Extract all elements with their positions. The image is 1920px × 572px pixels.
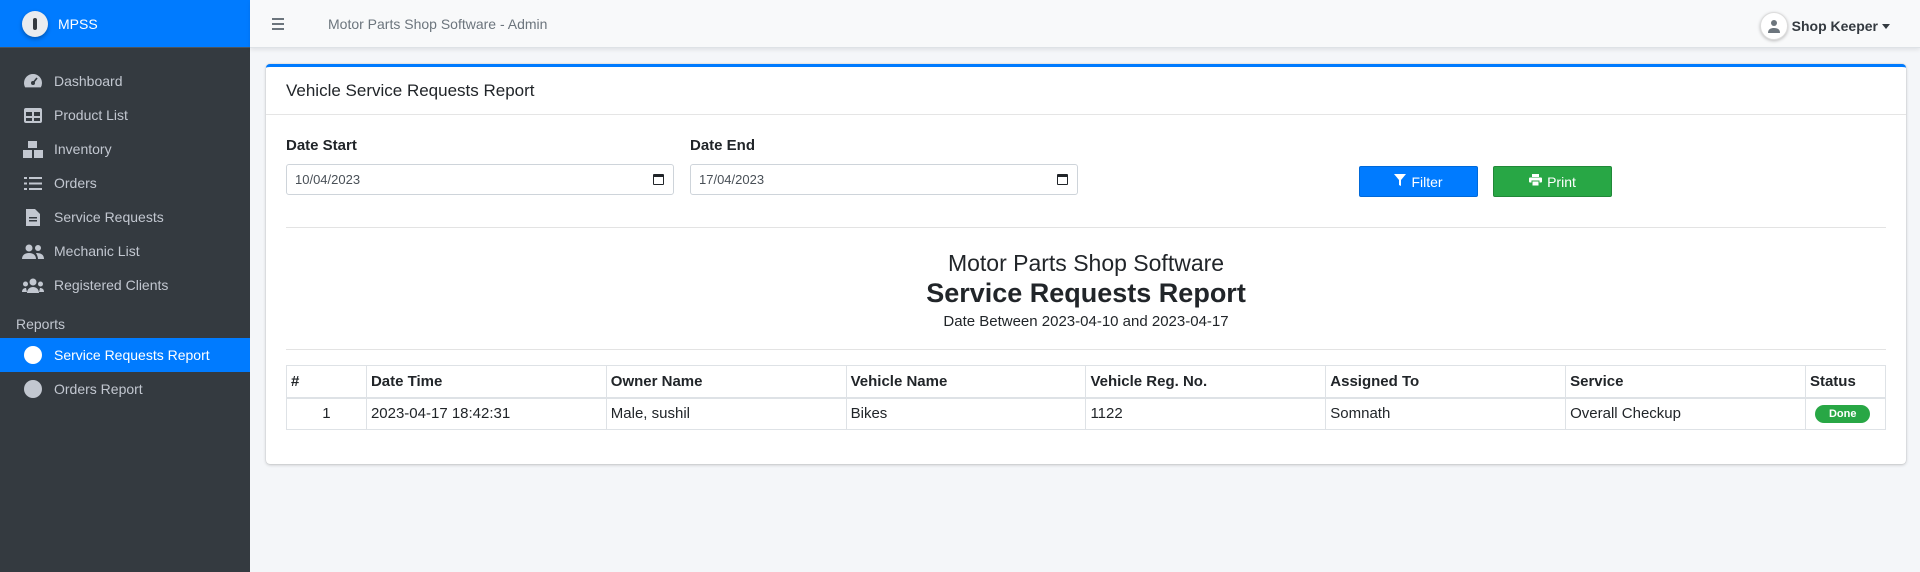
top-navbar: Motor Parts Shop Software - Admin Shop K… xyxy=(250,0,1920,48)
row-datetime: 2023-04-17 18:42:31 xyxy=(365,397,607,430)
row-number: 1 xyxy=(286,397,367,430)
app-title: Motor Parts Shop Software - Admin xyxy=(328,15,548,32)
sidebar-item-label: Service Requests Report xyxy=(54,347,210,363)
status-badge: Done xyxy=(1814,405,1871,424)
print-label: Print xyxy=(1547,173,1576,190)
users-group-icon xyxy=(22,276,44,294)
column-header: Status xyxy=(1804,365,1887,399)
filter-icon xyxy=(1394,174,1407,189)
row-status-cell: Done xyxy=(1804,397,1887,430)
date-start-label: Date Start xyxy=(286,137,357,154)
boxes-icon xyxy=(22,140,44,158)
calendar-icon[interactable] xyxy=(653,174,664,185)
circle-icon xyxy=(22,380,44,398)
sidebar-item-label: Product List xyxy=(54,107,128,123)
sidebar-nav: Dashboard Product List Inventory Orders … xyxy=(0,48,250,406)
column-header: Vehicle Reg. No. xyxy=(1085,365,1327,399)
file-icon xyxy=(22,208,44,226)
row-reg-no: 1122 xyxy=(1085,397,1327,430)
column-header: Vehicle Name xyxy=(845,365,1087,399)
sidebar-item-orders-report[interactable]: Orders Report xyxy=(0,372,250,406)
report-shop-name: Motor Parts Shop Software xyxy=(947,250,1225,276)
sidebar-item-dashboard[interactable]: Dashboard xyxy=(0,64,250,98)
sidebar-item-label: Inventory xyxy=(54,141,112,157)
row-vehicle: Bikes xyxy=(845,397,1087,430)
reports-header: Reports xyxy=(16,316,66,332)
list-check-icon xyxy=(22,174,44,192)
table-row: 1 2023-04-17 18:42:31 Male, sushil Bikes… xyxy=(286,397,1887,430)
sidebar-item-label: Mechanic List xyxy=(54,243,140,259)
brand-link[interactable]: MPSS xyxy=(0,0,250,48)
report-date-range: Date Between 2023-04-10 and 2023-04-17 xyxy=(943,313,1229,330)
date-end-group: Date End 17/04/2023 xyxy=(690,137,1078,195)
sidebar-item-inventory[interactable]: Inventory xyxy=(0,132,250,166)
row-assigned-to: Somnath xyxy=(1325,397,1567,430)
filter-label: Filter xyxy=(1411,173,1443,190)
column-header: Assigned To xyxy=(1325,365,1567,399)
date-end-value: 17/04/2023 xyxy=(699,172,765,187)
table-icon xyxy=(22,106,44,124)
print-button[interactable]: Print xyxy=(1493,166,1612,197)
row-owner: Male, sushil xyxy=(605,397,847,430)
date-end-input[interactable]: 17/04/2023 xyxy=(690,164,1078,195)
divider xyxy=(286,349,1886,350)
sidebar-item-label: Orders xyxy=(54,175,97,191)
hamburger-menu-icon[interactable] xyxy=(272,15,294,33)
column-header: Date Time xyxy=(365,365,607,399)
divider xyxy=(286,227,1886,228)
circle-icon xyxy=(22,346,44,364)
column-header: Owner Name xyxy=(605,365,847,399)
brand-logo-icon xyxy=(22,10,48,37)
avatar xyxy=(1759,12,1788,40)
sidebar-item-product-list[interactable]: Product List xyxy=(0,98,250,132)
user-dropdown[interactable]: Shop Keeper xyxy=(1759,12,1890,40)
table-header-row: # Date Time Owner Name Vehicle Name Vehi… xyxy=(286,365,1887,399)
column-header: # xyxy=(286,365,367,399)
date-end-label: Date End xyxy=(690,137,756,154)
calendar-icon[interactable] xyxy=(1057,174,1068,185)
report-title: Service Requests Report xyxy=(926,278,1246,308)
row-service: Overall Checkup xyxy=(1565,397,1806,430)
sidebar-item-mechanic-list[interactable]: Mechanic List xyxy=(0,234,250,268)
filter-button[interactable]: Filter xyxy=(1359,166,1478,197)
sidebar-item-registered-clients[interactable]: Registered Clients xyxy=(0,268,250,302)
user-name: Shop Keeper xyxy=(1791,18,1878,34)
users-icon xyxy=(22,242,44,260)
sidebar: MPSS Dashboard Product List Inventory Or… xyxy=(0,0,250,572)
sidebar-item-label: Registered Clients xyxy=(54,277,169,293)
print-icon xyxy=(1529,174,1543,189)
filter-form: Date Start 10/04/2023 Date End 17/04/202… xyxy=(286,137,1886,197)
sidebar-item-service-requests[interactable]: Service Requests xyxy=(0,200,250,234)
card-title: Vehicle Service Requests Report xyxy=(266,67,1906,115)
column-header: Service xyxy=(1565,365,1806,399)
sidebar-item-service-requests-report[interactable]: Service Requests Report xyxy=(0,338,250,372)
date-start-input[interactable]: 10/04/2023 xyxy=(286,164,674,195)
sidebar-item-label: Dashboard xyxy=(54,73,123,89)
date-start-group: Date Start 10/04/2023 xyxy=(286,137,674,195)
caret-down-icon xyxy=(1882,23,1890,29)
sidebar-item-orders[interactable]: Orders xyxy=(0,166,250,200)
sidebar-item-label: Orders Report xyxy=(54,381,143,397)
sidebar-item-label: Service Requests xyxy=(54,209,164,225)
date-start-value: 10/04/2023 xyxy=(295,172,361,187)
brand-text: MPSS xyxy=(58,15,98,32)
report-card: Vehicle Service Requests Report Date Sta… xyxy=(266,64,1906,464)
report-table: # Date Time Owner Name Vehicle Name Vehi… xyxy=(286,365,1887,430)
dashboard-icon xyxy=(22,72,44,90)
